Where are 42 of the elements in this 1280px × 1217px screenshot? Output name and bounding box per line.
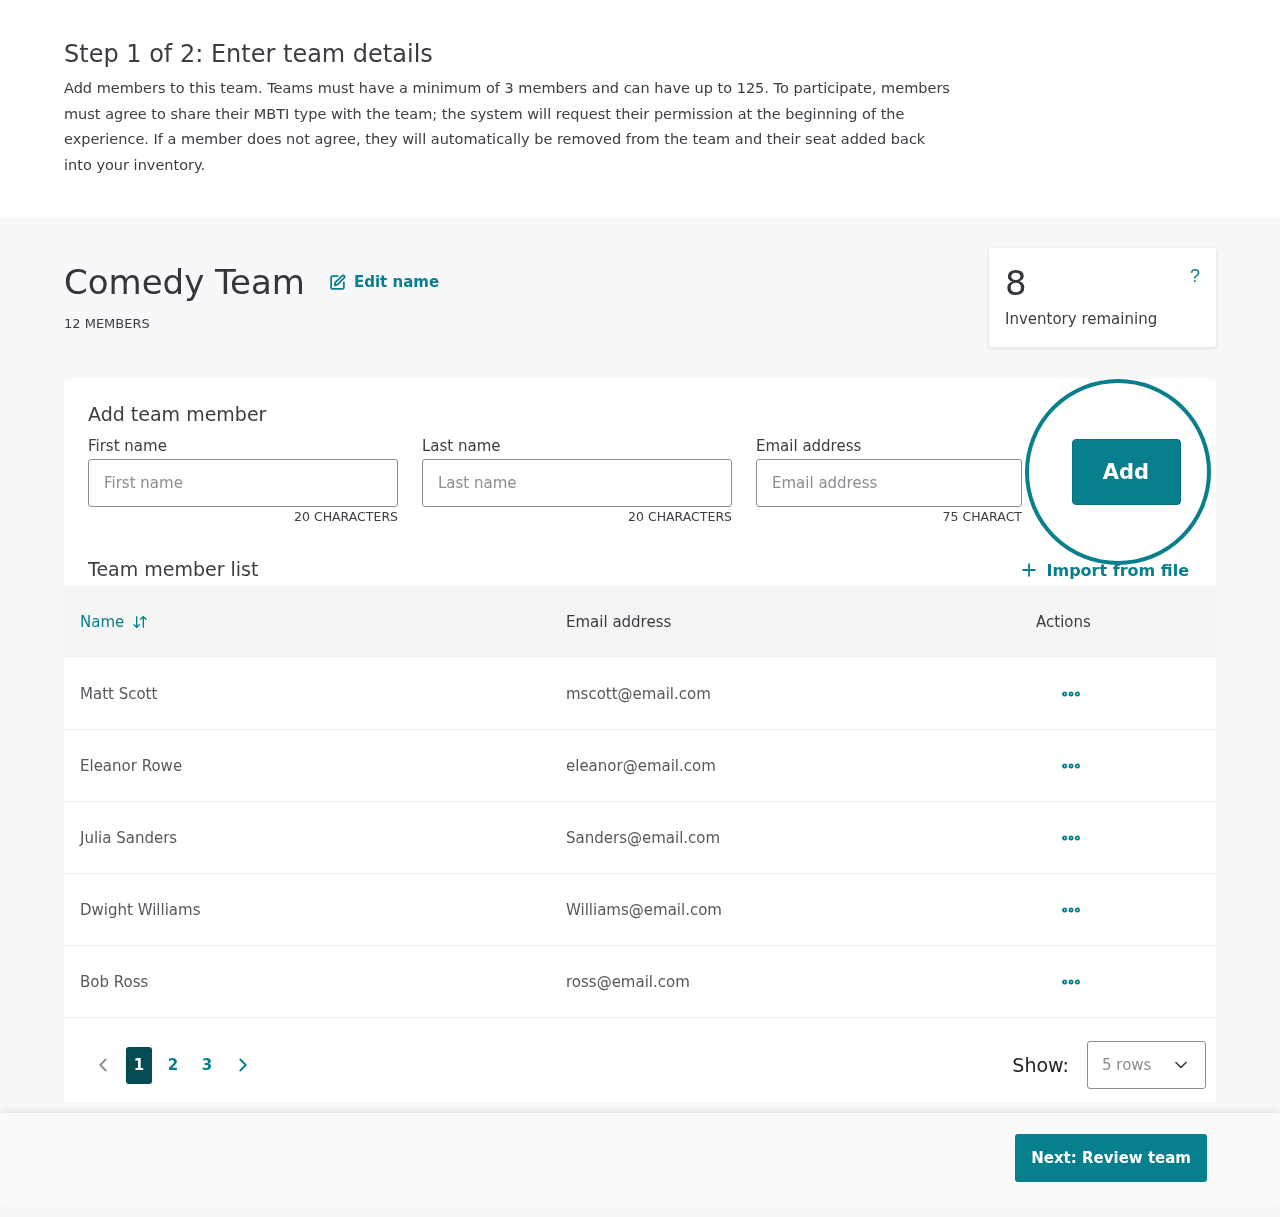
name-cell: Julia Sanders	[64, 802, 550, 874]
name-column-header[interactable]: Name	[64, 586, 550, 658]
name-cell: Matt Scott	[64, 658, 550, 730]
next-button[interactable]: Next: Review team	[1015, 1134, 1207, 1182]
field-label: Email address	[756, 437, 863, 455]
sort-icon	[132, 614, 149, 630]
name-cell: Bob Ross	[64, 946, 550, 1018]
email-cell: Williams@email.com	[550, 874, 1036, 946]
add-button[interactable]: Add	[1071, 439, 1181, 505]
character-limit: 75 CHARACT	[941, 509, 1022, 524]
input-field[interactable]: Email address	[756, 459, 1022, 507]
name-cell: Eleanor Rowe	[64, 730, 550, 802]
field-label: Last name	[422, 437, 502, 455]
input-field[interactable]: Last name	[422, 459, 732, 507]
inventory-count: 8	[1005, 266, 1028, 302]
field-label: First name	[88, 437, 168, 455]
email-column-header: Email address	[550, 586, 1036, 658]
team-name: Comedy Team	[64, 262, 305, 302]
section-title: Team member list	[88, 558, 259, 580]
member-count: 12 MEMBERS	[64, 316, 151, 331]
email-cell: eleanor@email.com	[550, 730, 1036, 802]
input-field[interactable]: First name	[88, 459, 398, 507]
edit-icon	[328, 273, 346, 291]
intro-paragraph: Add members to this team. Teams must have a minimum of 3 members and can have up to 125. To participate, members must agree to share their MBTI type with the team; the system will request their permission at the beginning of the experience. If a member does not agree, they will automatically be removed from the team and their seat added back into your inventory.	[64, 79, 951, 176]
character-limit: 20 CHARACTERS	[293, 509, 398, 524]
help-button[interactable]: ?	[1190, 266, 1200, 287]
email-cell: ross@email.com	[550, 946, 1036, 1018]
page-button[interactable]: 2	[160, 1046, 186, 1084]
import-link[interactable]: Import from file	[1018, 560, 1189, 580]
email-cell: Sanders@email.com	[550, 802, 1036, 874]
page-button[interactable]: 1	[126, 1046, 152, 1084]
edit-name-link[interactable]: Edit name	[328, 273, 440, 291]
character-limit: 20 CHARACTERS	[627, 509, 732, 524]
show-label: Show:	[1012, 1054, 1069, 1076]
page-button[interactable]: 3	[194, 1046, 220, 1084]
inventory-label: Inventory remaining	[1005, 309, 1159, 329]
rows-select[interactable]: 5 rows	[1087, 1041, 1206, 1089]
section-title: Add team member	[88, 403, 268, 425]
name-cell: Dwight Williams	[64, 874, 550, 946]
email-cell: mscott@email.com	[550, 658, 1036, 730]
step-title: Step 1 of 2: Enter team details	[64, 40, 434, 68]
actions-column-header: Actions	[1036, 586, 1216, 658]
